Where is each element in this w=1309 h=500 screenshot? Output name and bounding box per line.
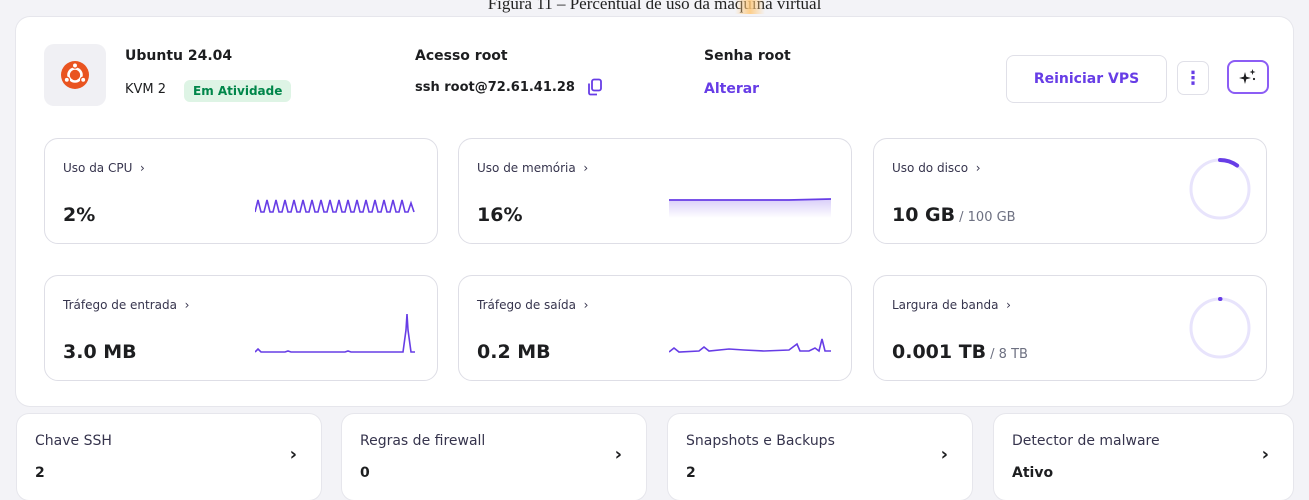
chevron-right-icon: › — [975, 161, 981, 175]
disk-usage-value: 10 GB/ 100 GB — [892, 204, 1016, 226]
ai-assistant-button[interactable] — [1227, 60, 1269, 94]
bandwidth-value: 0.001 TB/ 8 TB — [892, 341, 1028, 363]
firewall-rules-count: 0 — [360, 465, 370, 481]
inbound-traffic-sparkline — [255, 313, 415, 353]
inbound-traffic-value: 3.0 MB — [63, 341, 137, 363]
chevron-right-icon: › — [140, 161, 145, 175]
ssh-command: ssh root@72.61.41.28 — [415, 80, 575, 95]
outbound-traffic-value: 0.2 MB — [477, 341, 551, 363]
chevron-right-icon: › — [614, 444, 622, 465]
outbound-traffic-sparkline — [669, 338, 831, 353]
inbound-traffic-card[interactable]: Tráfego de entrada › 3.0 MB — [44, 275, 438, 381]
memory-usage-value: 16% — [477, 204, 523, 226]
snapshots-backups-count: 2 — [686, 465, 696, 481]
os-name: Ubuntu 24.04 — [125, 48, 233, 64]
snapshots-backups-label: Snapshots e Backups — [686, 433, 835, 449]
root-access-label: Acesso root — [415, 48, 508, 64]
chevron-right-icon: › — [940, 444, 948, 465]
cpu-usage-card[interactable]: Uso da CPU › 2% — [44, 138, 438, 244]
memory-usage-sparkline — [669, 198, 831, 218]
more-options-button[interactable]: ⋮ — [1177, 61, 1209, 95]
copy-icon[interactable] — [587, 78, 603, 96]
vps-overview-card: Ubuntu 24.04 KVM 2 Em Atividade Acesso r… — [16, 17, 1293, 406]
malware-detector-label: Detector de malware — [1012, 433, 1160, 449]
cpu-usage-label: Uso da CPU › — [63, 161, 145, 175]
memory-usage-label: Uso de memória › — [477, 161, 589, 175]
disk-usage-label: Uso do disco › — [892, 161, 981, 175]
figure-caption-text: Figura 11 – Percentual de uso da máquina… — [487, 0, 822, 13]
kebab-menu-icon: ⋮ — [1184, 67, 1202, 89]
ubuntu-logo-icon — [44, 44, 106, 106]
snapshots-backups-card[interactable]: Snapshots e Backups 2 › — [668, 414, 972, 500]
outbound-traffic-label: Tráfego de saída › — [477, 298, 589, 312]
bandwidth-ring — [1189, 297, 1251, 359]
inbound-traffic-label: Tráfego de entrada › — [63, 298, 190, 312]
firewall-rules-label: Regras de firewall — [360, 433, 486, 449]
malware-detector-card[interactable]: Detector de malware Ativo › — [994, 414, 1293, 500]
malware-detector-status: Ativo — [1012, 465, 1054, 481]
bandwidth-label: Largura de banda › — [892, 298, 1011, 312]
restart-vps-button[interactable]: Reiniciar VPS — [1006, 55, 1167, 103]
disk-usage-ring — [1189, 158, 1251, 220]
ssh-keys-card[interactable]: Chave SSH 2 › — [17, 414, 321, 500]
cpu-usage-value: 2% — [63, 204, 96, 226]
firewall-rules-card[interactable]: Regras de firewall 0 › — [342, 414, 646, 500]
watermark-logo — [735, 0, 765, 14]
figure-caption: Figura 11 – Percentual de uso da máquina… — [0, 0, 1309, 14]
root-password-label: Senha root — [704, 48, 791, 64]
chevron-right-icon: › — [1261, 444, 1269, 465]
change-password-link[interactable]: Alterar — [704, 81, 759, 97]
disk-usage-card[interactable]: Uso do disco › 10 GB/ 100 GB — [873, 138, 1267, 244]
memory-usage-card[interactable]: Uso de memória › 16% — [458, 138, 852, 244]
chevron-right-icon: › — [583, 298, 589, 312]
chevron-right-icon: › — [289, 444, 297, 465]
sparkle-icon — [1239, 69, 1256, 84]
status-badge: Em Atividade — [184, 80, 292, 102]
ssh-keys-label: Chave SSH — [35, 433, 112, 449]
chevron-right-icon: › — [184, 298, 190, 312]
plan-name: KVM 2 — [125, 82, 167, 97]
chevron-right-icon: › — [583, 161, 589, 175]
outbound-traffic-card[interactable]: Tráfego de saída › 0.2 MB — [458, 275, 852, 381]
cpu-usage-sparkline — [255, 199, 415, 213]
bandwidth-card[interactable]: Largura de banda › 0.001 TB/ 8 TB — [873, 275, 1267, 381]
ssh-keys-count: 2 — [35, 465, 45, 481]
chevron-right-icon: › — [1006, 298, 1011, 312]
